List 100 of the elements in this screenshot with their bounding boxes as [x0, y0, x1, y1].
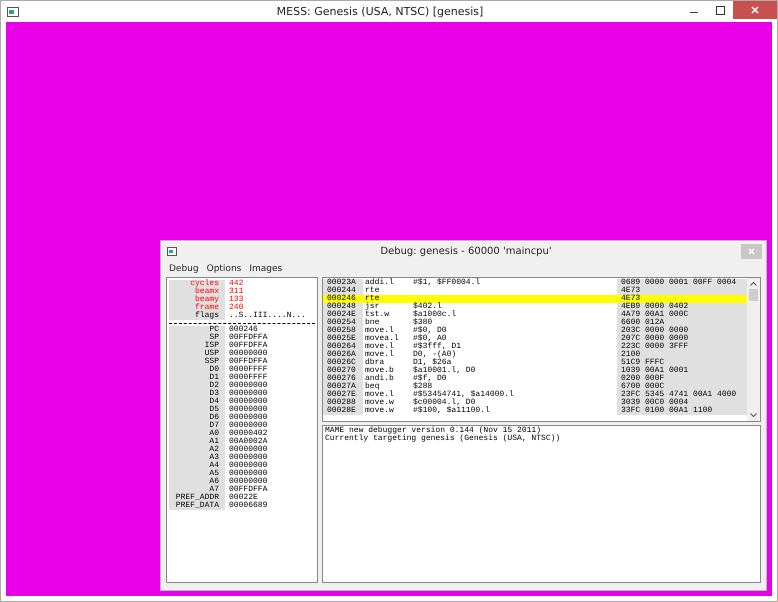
address-text: 000258 — [323, 327, 363, 335]
register-label: A6 — [169, 478, 225, 486]
operands-text: $a10001.l, D0 — [412, 367, 476, 375]
register-label: A0 — [169, 430, 225, 438]
close-icon — [751, 6, 759, 14]
opcode-bytes-text: 3039 00C0 0004 — [617, 399, 747, 407]
register-label: A2 — [169, 446, 225, 454]
operands-text: $c00004.l, D0 — [412, 399, 476, 407]
instruction-row[interactable]: 000244 rte 4E73 — [323, 287, 747, 295]
debugger-title: Debug: genesis - 60000 'maincpu' — [379, 246, 553, 256]
register-value: 311 — [228, 288, 244, 296]
address-text: 00026C — [323, 359, 363, 367]
current-instruction-row[interactable]: 000246 rte 4E73 — [323, 295, 747, 303]
mnemonic-text: rte — [364, 287, 380, 295]
menu-item[interactable]: Debug — [165, 264, 203, 274]
instruction-row[interactable]: 00024E tst.w $a1000c.l 4A79 00A1 000C — [323, 311, 747, 319]
instruction-row[interactable]: 000258 move.l #$0, D0 203C 0000 0000 — [323, 327, 747, 335]
register-label: D4 — [169, 398, 225, 406]
scrollbar[interactable] — [747, 278, 760, 421]
operands-text: $402.l — [412, 303, 442, 311]
register-label: PC — [169, 326, 225, 334]
register-value: 0000FFFF — [228, 374, 268, 382]
app-icon — [7, 6, 19, 16]
opcode-bytes-text: 203C 0000 0000 — [617, 327, 747, 335]
close-button[interactable] — [733, 1, 777, 19]
mnemonic-text: move.w — [364, 399, 395, 407]
operands-text: D0, -(A0) — [412, 351, 458, 359]
register-label: D5 — [169, 406, 225, 414]
debugger-icon — [167, 246, 177, 256]
register-value: 442 — [228, 280, 244, 288]
register-value: 00000000 — [228, 446, 268, 454]
opcode-bytes-text: 6600 012A — [617, 319, 747, 327]
register-label: USP — [169, 350, 225, 358]
register-value: 133 — [228, 296, 244, 304]
close-icon — [748, 248, 755, 254]
register-value: 00000402 — [228, 430, 268, 438]
mnemonic-text: rte — [364, 295, 380, 303]
register-label: frame — [169, 304, 225, 312]
operands-text: $a1000c.l — [412, 311, 458, 319]
register-value: 00000000 — [228, 422, 268, 430]
register-value: 00006689 — [228, 502, 268, 510]
operands-text: $380 — [412, 319, 434, 327]
register-value: 00000000 — [228, 390, 268, 398]
instruction-row[interactable]: 00028E move.w #$100, $a11100.l 33FC 0100 00A1 1100 — [323, 407, 747, 415]
menu-item[interactable]: Images — [245, 264, 286, 274]
address-text: 000264 — [323, 343, 363, 351]
operands-text: #$53454741, $a14000.l — [412, 391, 515, 399]
register-value: 00000000 — [228, 398, 268, 406]
instruction-row[interactable]: 000264 move.l #$3fff, D1 223C 0000 3FFF — [323, 343, 747, 351]
register-value: 000246 — [228, 326, 258, 334]
instruction-row[interactable]: 000248 jsr $402.l 4EB9 0000 0402 — [323, 303, 747, 311]
opcode-bytes-text: 1039 00A1 0001 — [617, 367, 747, 375]
register-value: ..S..III....N... — [228, 312, 307, 320]
register-value: 00A0002A — [228, 438, 268, 446]
mnemonic-text: addi.l — [364, 279, 395, 287]
register-value: 00000000 — [228, 406, 268, 414]
register-label: D1 — [169, 374, 225, 382]
instruction-row[interactable]: 000276 andi.b #$f, D0 0200 000F — [323, 375, 747, 383]
register-value: 00FFDFFA — [228, 342, 268, 350]
instruction-row[interactable]: 00026C dbra D1, $26a 51C9 FFFC — [323, 359, 747, 367]
opcode-bytes-text: 33FC 0100 00A1 1100 — [617, 407, 747, 415]
operands-text: #$0, A0 — [412, 335, 448, 343]
instruction-row[interactable]: 00026A move.l D0, -(A0) 2100 — [323, 351, 747, 359]
register-label: D2 — [169, 382, 225, 390]
register-value: 00FFDFFA — [228, 334, 268, 342]
instruction-row[interactable]: 000288 move.w $c00004.l, D0 3039 00C0 0004 — [323, 399, 747, 407]
instruction-row[interactable]: 000254 bne $380 6600 012A — [323, 319, 747, 327]
instruction-row[interactable]: 000270 move.b $a10001.l, D0 1039 00A1 0001 — [323, 367, 747, 375]
maximize-icon — [716, 6, 724, 14]
operands-text: D1, $26a — [412, 359, 452, 367]
opcode-bytes-text: 2100 — [617, 351, 747, 359]
menu-item[interactable]: Options — [202, 264, 246, 274]
opcode-bytes-text: 4EB9 0000 0402 — [617, 303, 747, 311]
register-value: 240 — [228, 304, 244, 312]
register-label: A1 — [169, 438, 225, 446]
instruction-row[interactable]: 00027A beq $288 6700 000C — [323, 383, 747, 391]
register-label: A4 — [169, 462, 225, 470]
mnemonic-text: move.l — [364, 391, 395, 399]
mnemonic-text: move.l — [364, 343, 395, 351]
instruction-row[interactable]: 00023A addi.l #$1, $FF0004.l 0689 0000 0001 00FF 0004 — [323, 279, 747, 287]
scroll-up-icon[interactable] — [750, 281, 757, 286]
register-value: 00000000 — [228, 462, 268, 470]
scrollbar-thumb[interactable] — [749, 289, 758, 301]
address-text: 00023A — [323, 279, 363, 287]
opcode-bytes-text: 6700 000C — [617, 383, 747, 391]
register-label: A7 — [169, 486, 225, 494]
address-text: 000270 — [323, 367, 363, 375]
opcode-bytes-text: 4E73 — [620, 295, 642, 303]
address-text: 00026A — [323, 351, 363, 359]
register-label: flags — [169, 312, 225, 320]
scroll-down-icon[interactable] — [750, 413, 757, 418]
register-value: 0000FFFF — [228, 366, 268, 374]
address-text: 000288 — [323, 399, 363, 407]
address-text: 000254 — [323, 319, 363, 327]
address-text: 00027A — [323, 383, 363, 391]
register-value: 00000000 — [228, 454, 268, 462]
opcode-bytes-text: 4E73 — [617, 287, 747, 295]
instruction-row[interactable]: 00025E movea.l #$0, A0 207C 0000 0000 — [323, 335, 747, 343]
instruction-row[interactable]: 00027E move.l #$53454741, $a14000.l 23FC 5345 4741 00A1 4000 — [323, 391, 747, 399]
register-label: D0 — [169, 366, 225, 374]
